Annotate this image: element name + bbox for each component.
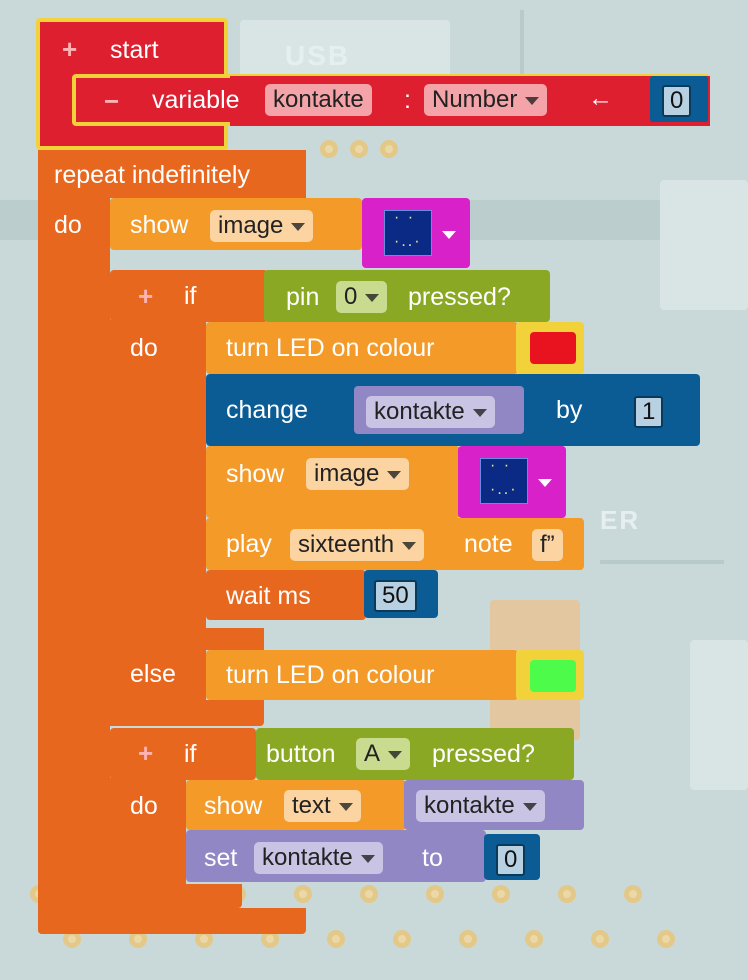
variable-dropdown[interactable]: kontakte: [366, 396, 495, 428]
show-type-dropdown[interactable]: image: [306, 458, 410, 490]
variable-type-dropdown[interactable]: Number: [424, 84, 548, 116]
start-label: start: [110, 36, 159, 64]
pressed-label: pressed?: [408, 283, 511, 311]
variable-label: variable: [152, 86, 240, 114]
if-do-label: do: [130, 792, 158, 820]
show-label: show: [226, 460, 285, 488]
board-trace: [600, 560, 724, 564]
edge-connector-hole: [591, 930, 609, 948]
board-button-right: [660, 180, 748, 310]
else-label: else: [130, 660, 176, 688]
if-button-block[interactable]: [110, 728, 256, 780]
pin-label: pin: [286, 283, 320, 311]
pressed-label: pressed?: [432, 740, 535, 768]
init-value-field[interactable]: 0: [662, 85, 692, 117]
set-label: set: [204, 844, 238, 872]
edge-connector-hole: [426, 885, 444, 903]
wait-value-field[interactable]: 50: [374, 580, 417, 612]
note-label: note: [464, 530, 513, 558]
show-label: show: [204, 792, 263, 820]
button-label: button: [266, 740, 336, 768]
if-expand-plus-icon[interactable]: +: [138, 283, 153, 309]
red-colour-swatch[interactable]: [530, 332, 576, 364]
turn-led-label: turn LED on colour: [226, 661, 435, 689]
change-label: change: [226, 396, 309, 424]
show-type-dropdown[interactable]: text: [284, 790, 361, 822]
variable-name-field[interactable]: kontakte: [265, 84, 372, 116]
repeat-do-label: do: [54, 211, 82, 239]
set-value-field[interactable]: 0: [496, 844, 526, 876]
image-thumbnail-face: · · ·..·: [490, 457, 518, 498]
play-label: play: [226, 530, 272, 558]
if-label: if: [184, 740, 197, 768]
edge-connector-hole: [657, 930, 675, 948]
image-picker-dropdown-icon[interactable]: [442, 231, 456, 239]
collapse-minus-icon[interactable]: −: [104, 88, 119, 114]
repeat-foot: [38, 908, 306, 934]
image-thumbnail-face: · · ·..·: [394, 209, 422, 250]
else-divider: [110, 628, 264, 650]
note-duration-dropdown[interactable]: sixteenth: [290, 529, 425, 561]
board-trace: [520, 10, 524, 74]
usb-label: USB: [285, 40, 351, 71]
if-button-foot: [110, 884, 242, 908]
board-hole: [320, 140, 338, 158]
variable-dropdown[interactable]: kontakte: [416, 790, 545, 822]
change-value-field[interactable]: 1: [634, 396, 664, 428]
wait-label: wait ms: [226, 582, 311, 610]
colon-label: :: [404, 86, 411, 114]
edge-connector-hole: [360, 885, 378, 903]
edge-connector-hole: [459, 930, 477, 948]
edge-connector-hole: [294, 885, 312, 903]
pin-number-dropdown[interactable]: 0: [336, 281, 388, 313]
board-label: ER: [600, 505, 641, 535]
if-do-label: do: [130, 334, 158, 362]
green-colour-swatch[interactable]: [530, 660, 576, 692]
board-hole: [380, 140, 398, 158]
repeat-label: repeat indefinitely: [54, 161, 250, 189]
by-label: by: [556, 396, 583, 424]
board-hole: [350, 140, 368, 158]
button-dropdown[interactable]: A: [356, 738, 411, 770]
variable-dropdown[interactable]: kontakte: [254, 842, 383, 874]
if-expand-plus-icon[interactable]: +: [138, 740, 153, 766]
edge-connector-hole: [558, 885, 576, 903]
image-picker-dropdown-icon[interactable]: [538, 479, 552, 487]
board-pad-right: [690, 640, 748, 790]
edge-connector-hole: [393, 930, 411, 948]
if-pin-foot: [110, 700, 264, 726]
edge-connector-hole: [327, 930, 345, 948]
turn-led-label: turn LED on colour: [226, 334, 435, 362]
assign-arrow: ←: [588, 84, 613, 112]
edge-connector-hole: [492, 885, 510, 903]
repeat-arm: [38, 196, 110, 934]
if-label: if: [184, 282, 197, 310]
to-label: to: [422, 844, 443, 872]
edge-connector-hole: [624, 885, 642, 903]
show-label: show: [130, 211, 189, 239]
note-field[interactable]: f”: [532, 529, 563, 561]
edge-connector-hole: [525, 930, 543, 948]
show-type-dropdown[interactable]: image: [210, 210, 314, 242]
expand-plus-icon[interactable]: +: [62, 36, 77, 62]
